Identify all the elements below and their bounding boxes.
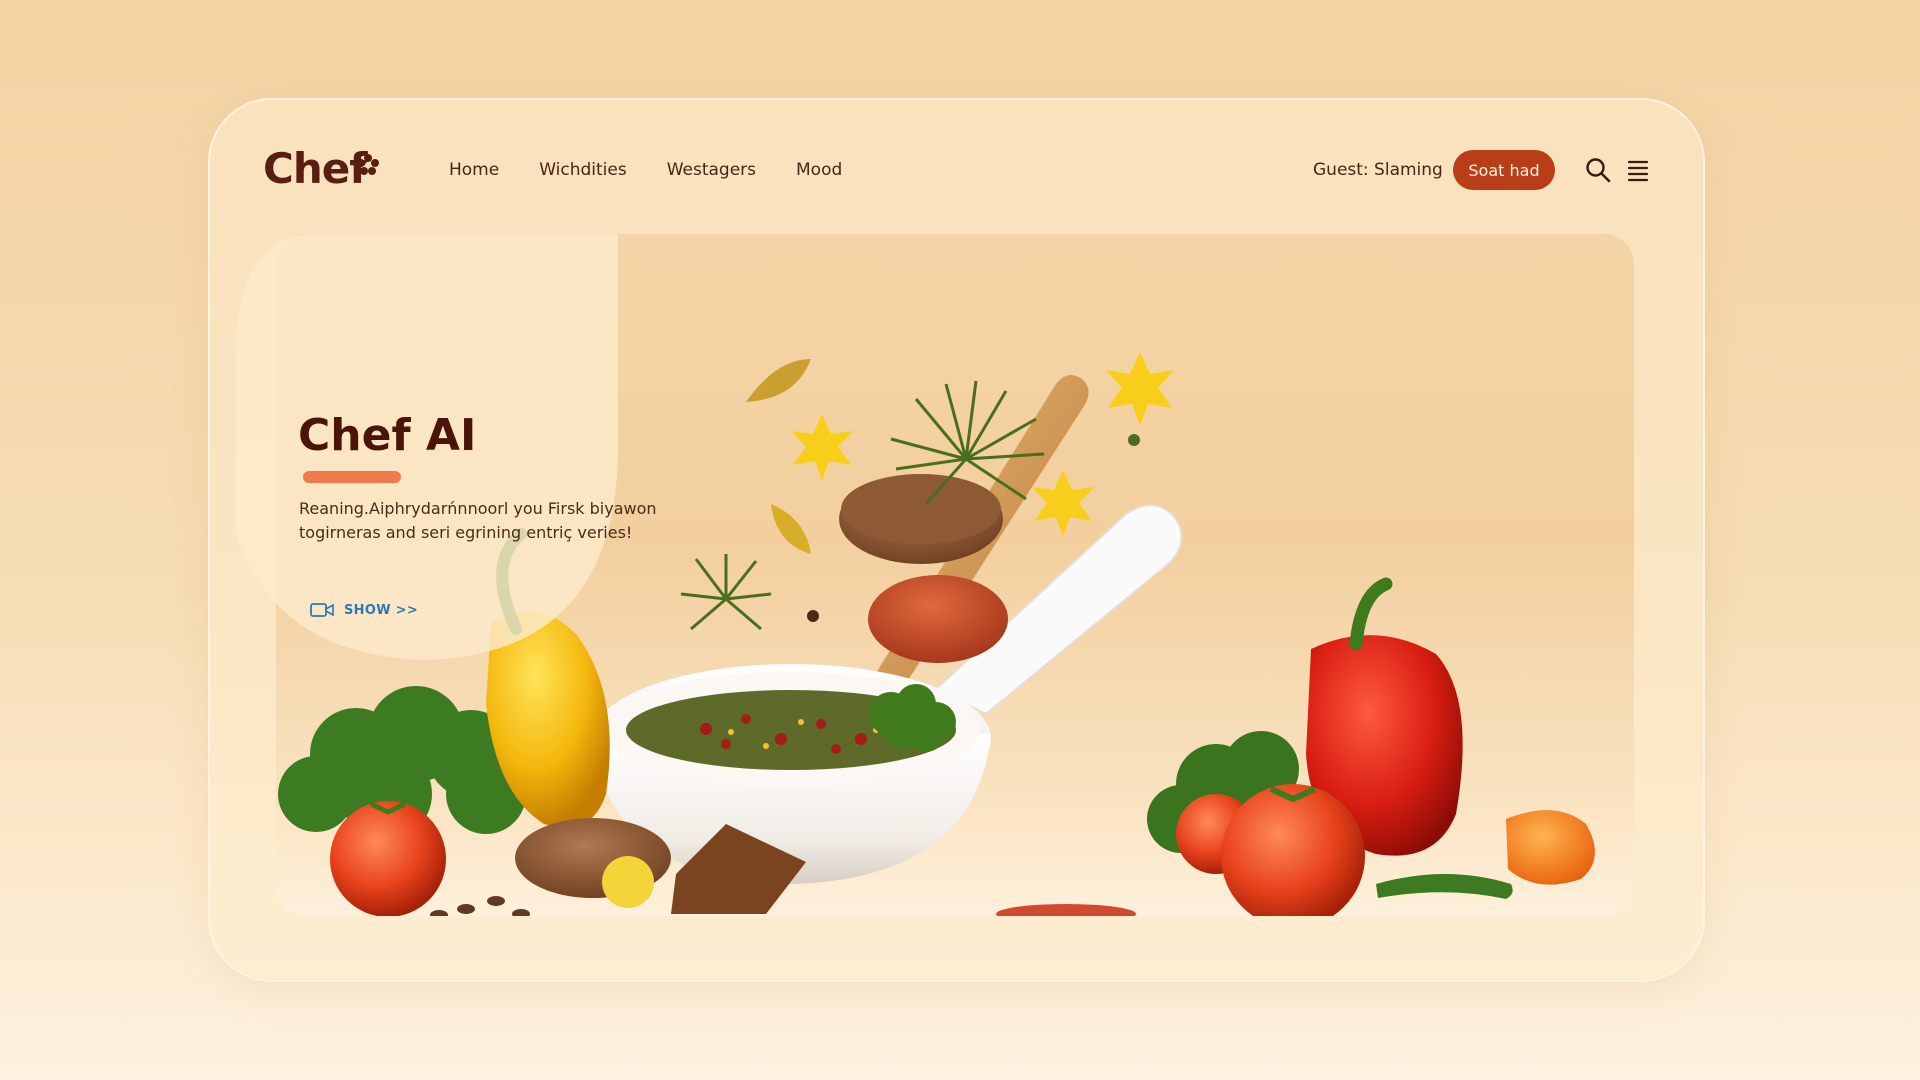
hero-description-line: Reaning.Aiphrydarńnnoorl you Firsk biyaw… (299, 499, 657, 518)
app-logo[interactable]: Chef (263, 144, 367, 193)
nav-item-wichdities[interactable]: Wichdities (539, 160, 627, 180)
search-icon[interactable] (1584, 156, 1612, 184)
hero-description: Reaning.Aiphrydarńnnoorl you Firsk biyaw… (299, 497, 679, 545)
nav-item-home[interactable]: Home (449, 160, 499, 180)
show-link-label: SHOW >> (344, 602, 419, 618)
header-cta-button[interactable]: Soat had (1453, 150, 1555, 190)
hero-description-line: togirneras and seri egrining entriç veri… (299, 523, 633, 542)
nav-item-westagers[interactable]: Westagers (667, 160, 756, 180)
hamburger-menu-icon[interactable] (1627, 158, 1649, 182)
show-link[interactable]: SHOW >> (310, 599, 418, 621)
title-underline (303, 471, 401, 483)
top-navigation-bar: Chef Home Wichdities Westagers Mood Gues… (263, 140, 1653, 200)
logo-text: Chef (263, 144, 367, 193)
flower-icon (357, 154, 379, 175)
guest-user-label[interactable]: Guest: Slaming (1313, 160, 1443, 180)
nav-item-mood[interactable]: Mood (796, 160, 842, 180)
hero-title: Chef AI (298, 410, 477, 461)
main-nav: Home Wichdities Westagers Mood (449, 160, 842, 180)
video-camera-icon (310, 603, 334, 617)
